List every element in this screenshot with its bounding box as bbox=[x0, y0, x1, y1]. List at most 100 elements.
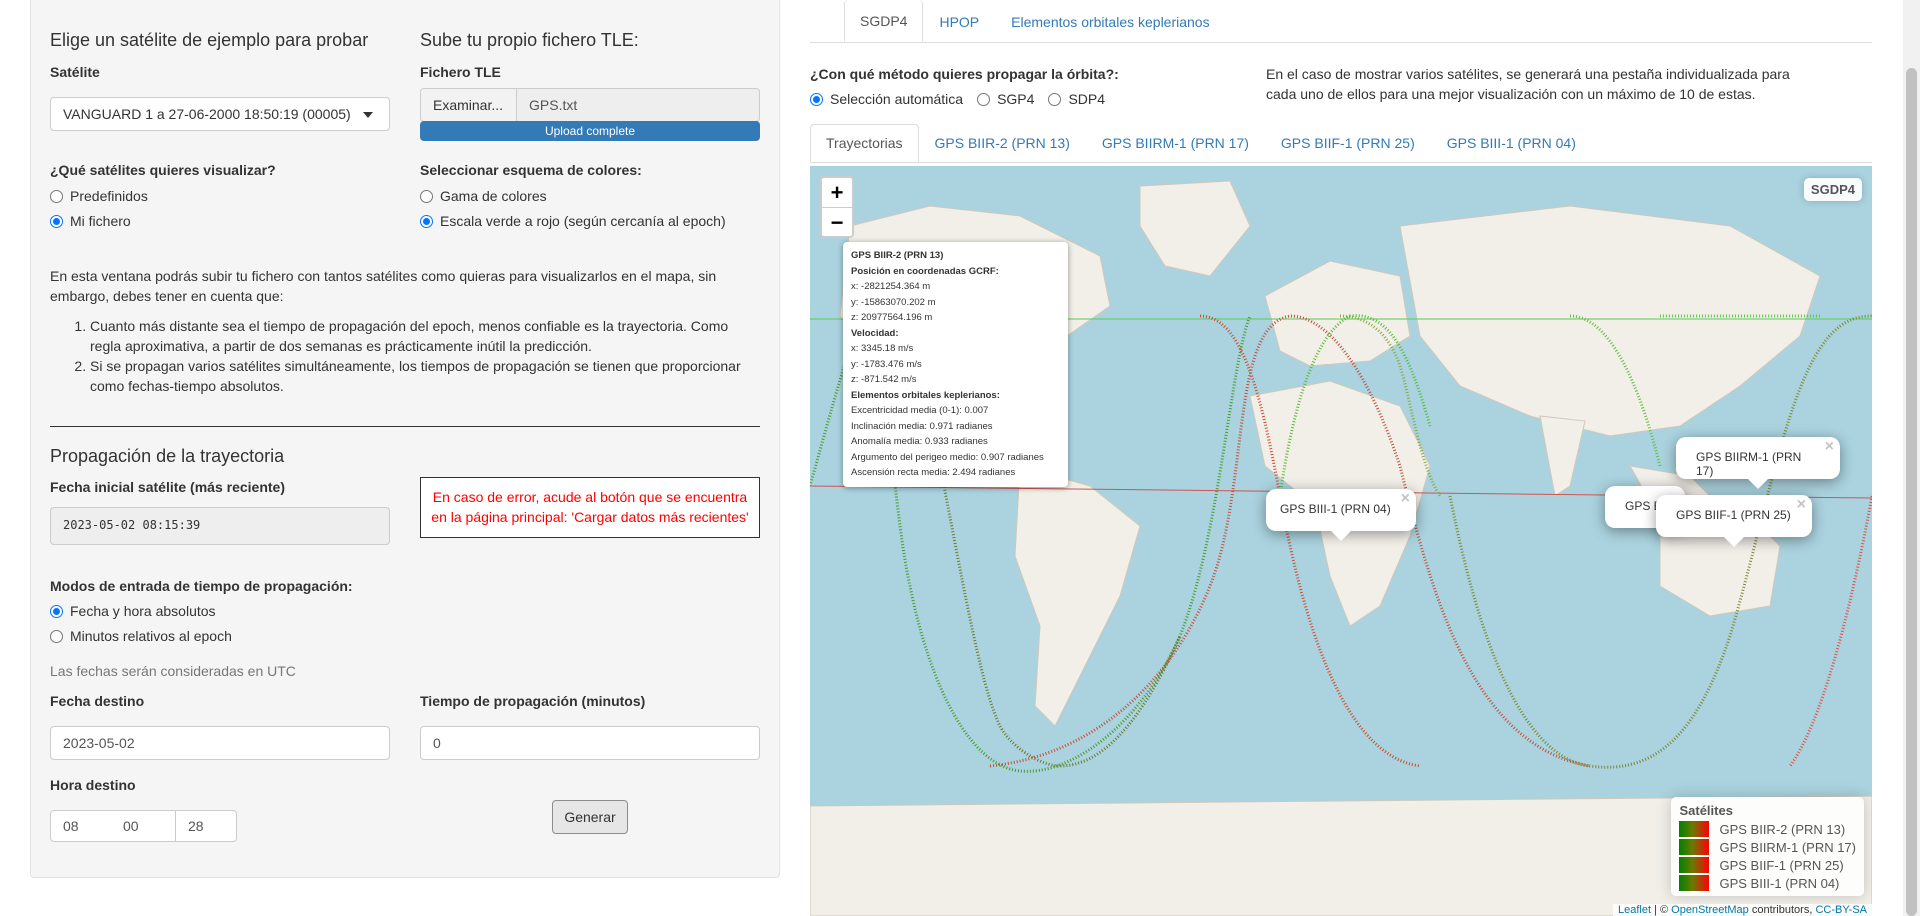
tab-trayectorias[interactable]: Trayectorias bbox=[810, 124, 919, 162]
info-inc: Inclinación media: 0.971 radianes bbox=[851, 420, 993, 432]
cc-link[interactable]: CC-BY-SA bbox=[1815, 904, 1867, 916]
radio-minutos-relativos[interactable]: Minutos relativos al epoch bbox=[50, 626, 232, 646]
tle-file-input[interactable]: Examinar... GPS.txt bbox=[420, 88, 760, 122]
radio-circle[interactable] bbox=[1048, 92, 1062, 106]
zoom-in-button[interactable]: + bbox=[822, 178, 852, 207]
propagation-heading: Propagación de la trayectoria bbox=[50, 446, 285, 466]
info-title: GPS BIIR-2 (PRN 13) bbox=[851, 250, 944, 261]
attrib-sep: | © bbox=[1651, 904, 1672, 916]
info-vy: y: -1783.476 m/s bbox=[851, 358, 922, 370]
tab-hpop[interactable]: HPOP bbox=[923, 0, 995, 42]
radio-circle[interactable] bbox=[977, 92, 991, 106]
legend-title: Satélites bbox=[1679, 803, 1733, 818]
second-input[interactable]: 28 bbox=[175, 810, 237, 842]
dest-hour-label: Hora destino bbox=[50, 777, 136, 793]
radio-circle[interactable] bbox=[50, 629, 63, 643]
legend-item: GPS BIIF-1 (PRN 25) bbox=[1679, 856, 1856, 874]
hour-input[interactable]: 08 bbox=[50, 810, 112, 842]
radio-label: Predefinidos bbox=[70, 188, 148, 204]
radio-escala-verde-rojo[interactable]: Escala verde a rojo (según cercanía al e… bbox=[420, 211, 726, 231]
scrollbar-thumb[interactable] bbox=[1906, 68, 1917, 916]
popup-label: GPS BIII-1 (PRN 04) bbox=[1280, 502, 1391, 516]
satellite-legend: Satélites GPS BIIR-2 (PRN 13) GPS BIIRM-… bbox=[1671, 797, 1864, 896]
browse-button[interactable]: Examinar... bbox=[420, 88, 516, 122]
page-scrollbar[interactable] bbox=[1903, 0, 1920, 916]
radio-circle[interactable] bbox=[50, 189, 63, 203]
radio-circle[interactable] bbox=[420, 214, 433, 228]
legend-label: GPS BIIRM-1 (PRN 17) bbox=[1719, 839, 1856, 855]
radio-circle[interactable] bbox=[420, 189, 433, 203]
close-icon[interactable]: × bbox=[1825, 438, 1834, 456]
info-pos-heading: Posición en coordenadas GCRF: bbox=[851, 265, 999, 277]
orbit-map[interactable]: + − SGDP4 GPS BIIR-2 (PRN 13) Posición e… bbox=[810, 166, 1872, 916]
legend-label: GPS BIIR-2 (PRN 13) bbox=[1719, 821, 1846, 837]
error-notice: En caso de error, acude al botón que se … bbox=[420, 477, 760, 538]
radio-gama-colores[interactable]: Gama de colores bbox=[420, 186, 547, 206]
leaflet-link[interactable]: Leaflet bbox=[1618, 904, 1651, 916]
legend-swatch bbox=[1679, 857, 1710, 873]
close-icon[interactable]: × bbox=[1401, 490, 1410, 508]
which-sats-label: ¿Qué satélites quieres visualizar? bbox=[50, 162, 276, 178]
sat-tabs-bar: Trayectorias GPS BIIR-2 (PRN 13) GPS BII… bbox=[810, 124, 1872, 163]
info-text: En esta ventana podrás subir tu fichero … bbox=[50, 266, 760, 396]
satellite-info-popup: GPS BIIR-2 (PRN 13) Posición en coordena… bbox=[843, 242, 1068, 487]
divider bbox=[50, 426, 760, 427]
tab-gps-biif-1[interactable]: GPS BIIF-1 (PRN 25) bbox=[1265, 124, 1431, 162]
radio-label: Fecha y hora absolutos bbox=[70, 603, 216, 619]
minute-input[interactable]: 00 bbox=[111, 810, 176, 842]
legend-item: GPS BIIR-2 (PRN 13) bbox=[1679, 820, 1856, 838]
tab-gps-biirm-1[interactable]: GPS BIIRM-1 (PRN 17) bbox=[1086, 124, 1265, 162]
radio-circle[interactable] bbox=[810, 92, 823, 106]
multi-sat-note: En el caso de mostrar varios satélites, … bbox=[1266, 66, 1790, 102]
upload-heading: Sube tu propio fichero TLE: bbox=[420, 30, 639, 50]
prop-time-input[interactable]: 0 bbox=[420, 726, 760, 760]
radio-fecha-hora-absolutos[interactable]: Fecha y hora absolutos bbox=[50, 601, 216, 621]
radio-label: Gama de colores bbox=[440, 188, 547, 204]
info-kep-heading: Elementos orbitales keplerianos: bbox=[851, 389, 1000, 401]
legend-item: GPS BIIRM-1 (PRN 17) bbox=[1679, 838, 1856, 856]
info-intro: En esta ventana podrás subir tu fichero … bbox=[50, 268, 717, 304]
satellite-select[interactable]: VANGUARD 1 a 27-06-2000 18:50:19 (00005) bbox=[50, 97, 390, 131]
zoom-out-button[interactable]: − bbox=[822, 207, 852, 236]
legend-label: GPS BIIF-1 (PRN 25) bbox=[1719, 857, 1844, 873]
radio-label: Minutos relativos al epoch bbox=[70, 628, 232, 644]
file-name-field: GPS.txt bbox=[516, 88, 760, 122]
radio-label: SDP4 bbox=[1068, 91, 1106, 107]
tab-gps-biir-2[interactable]: GPS BIIR-2 (PRN 13) bbox=[919, 124, 1086, 162]
info-point: Si se propagan varios satélites simultán… bbox=[90, 356, 760, 396]
radio-sgp4[interactable]: SGP4 bbox=[977, 89, 1034, 109]
info-vz: z: -871.542 m/s bbox=[851, 374, 917, 385]
radio-label: Escala verde a rojo (según cercanía al e… bbox=[440, 213, 726, 229]
popup-gps-biirm-1: GPS BIIRM-1 (PRN 17) × bbox=[1676, 437, 1840, 489]
radio-predefinidos[interactable]: Predefinidos bbox=[50, 186, 148, 206]
generate-button[interactable]: Generar bbox=[552, 800, 628, 834]
close-icon[interactable]: × bbox=[1797, 496, 1806, 514]
method-label: ¿Con qué método quieres propagar la órbi… bbox=[810, 66, 1119, 82]
legend-swatch bbox=[1679, 875, 1710, 891]
radio-circle[interactable] bbox=[50, 604, 63, 618]
radio-circle[interactable] bbox=[50, 214, 63, 228]
popup-tip bbox=[1331, 531, 1351, 541]
osm-link[interactable]: OpenStreetMap bbox=[1671, 904, 1749, 916]
tab-keplerian[interactable]: Elementos orbitales keplerianos bbox=[995, 0, 1225, 42]
map-attribution: Leaflet | © OpenStreetMap contributors, … bbox=[1612, 904, 1872, 916]
info-point: Cuanto más distante sea el tiempo de pro… bbox=[90, 316, 760, 356]
zoom-control: + − bbox=[820, 176, 854, 238]
info-ecc: Excentricidad media (0-1): 0.007 bbox=[851, 405, 989, 416]
model-badge: SGDP4 bbox=[1803, 178, 1862, 201]
legend-label: GPS BIII-1 (PRN 04) bbox=[1719, 875, 1840, 891]
radio-mi-fichero[interactable]: Mi fichero bbox=[50, 211, 131, 231]
method-radios: Selección automática SGP4 SDP4 bbox=[810, 89, 1105, 109]
popup-gps-biif-1: GPS BIIF-1 (PRN 25) × bbox=[1656, 495, 1812, 547]
info-vel-heading: Velocidad: bbox=[851, 327, 899, 339]
legend-swatch bbox=[1679, 821, 1710, 837]
popup-label: GPS BIIF-1 (PRN 25) bbox=[1676, 508, 1791, 522]
info-raan: Ascensión recta media: 2.494 radianes bbox=[851, 467, 1016, 478]
dest-date-input[interactable]: 2023-05-02 bbox=[50, 726, 390, 760]
radio-sdp4[interactable]: SDP4 bbox=[1048, 89, 1105, 109]
info-y: y: -15863070.202 m bbox=[851, 296, 936, 308]
tab-sgdp4[interactable]: SGDP4 bbox=[844, 0, 924, 42]
info-list: Cuanto más distante sea el tiempo de pro… bbox=[50, 316, 760, 396]
tab-gps-biii-1[interactable]: GPS BIII-1 (PRN 04) bbox=[1431, 124, 1592, 162]
radio-seleccion-automatica[interactable]: Selección automática bbox=[810, 89, 963, 109]
